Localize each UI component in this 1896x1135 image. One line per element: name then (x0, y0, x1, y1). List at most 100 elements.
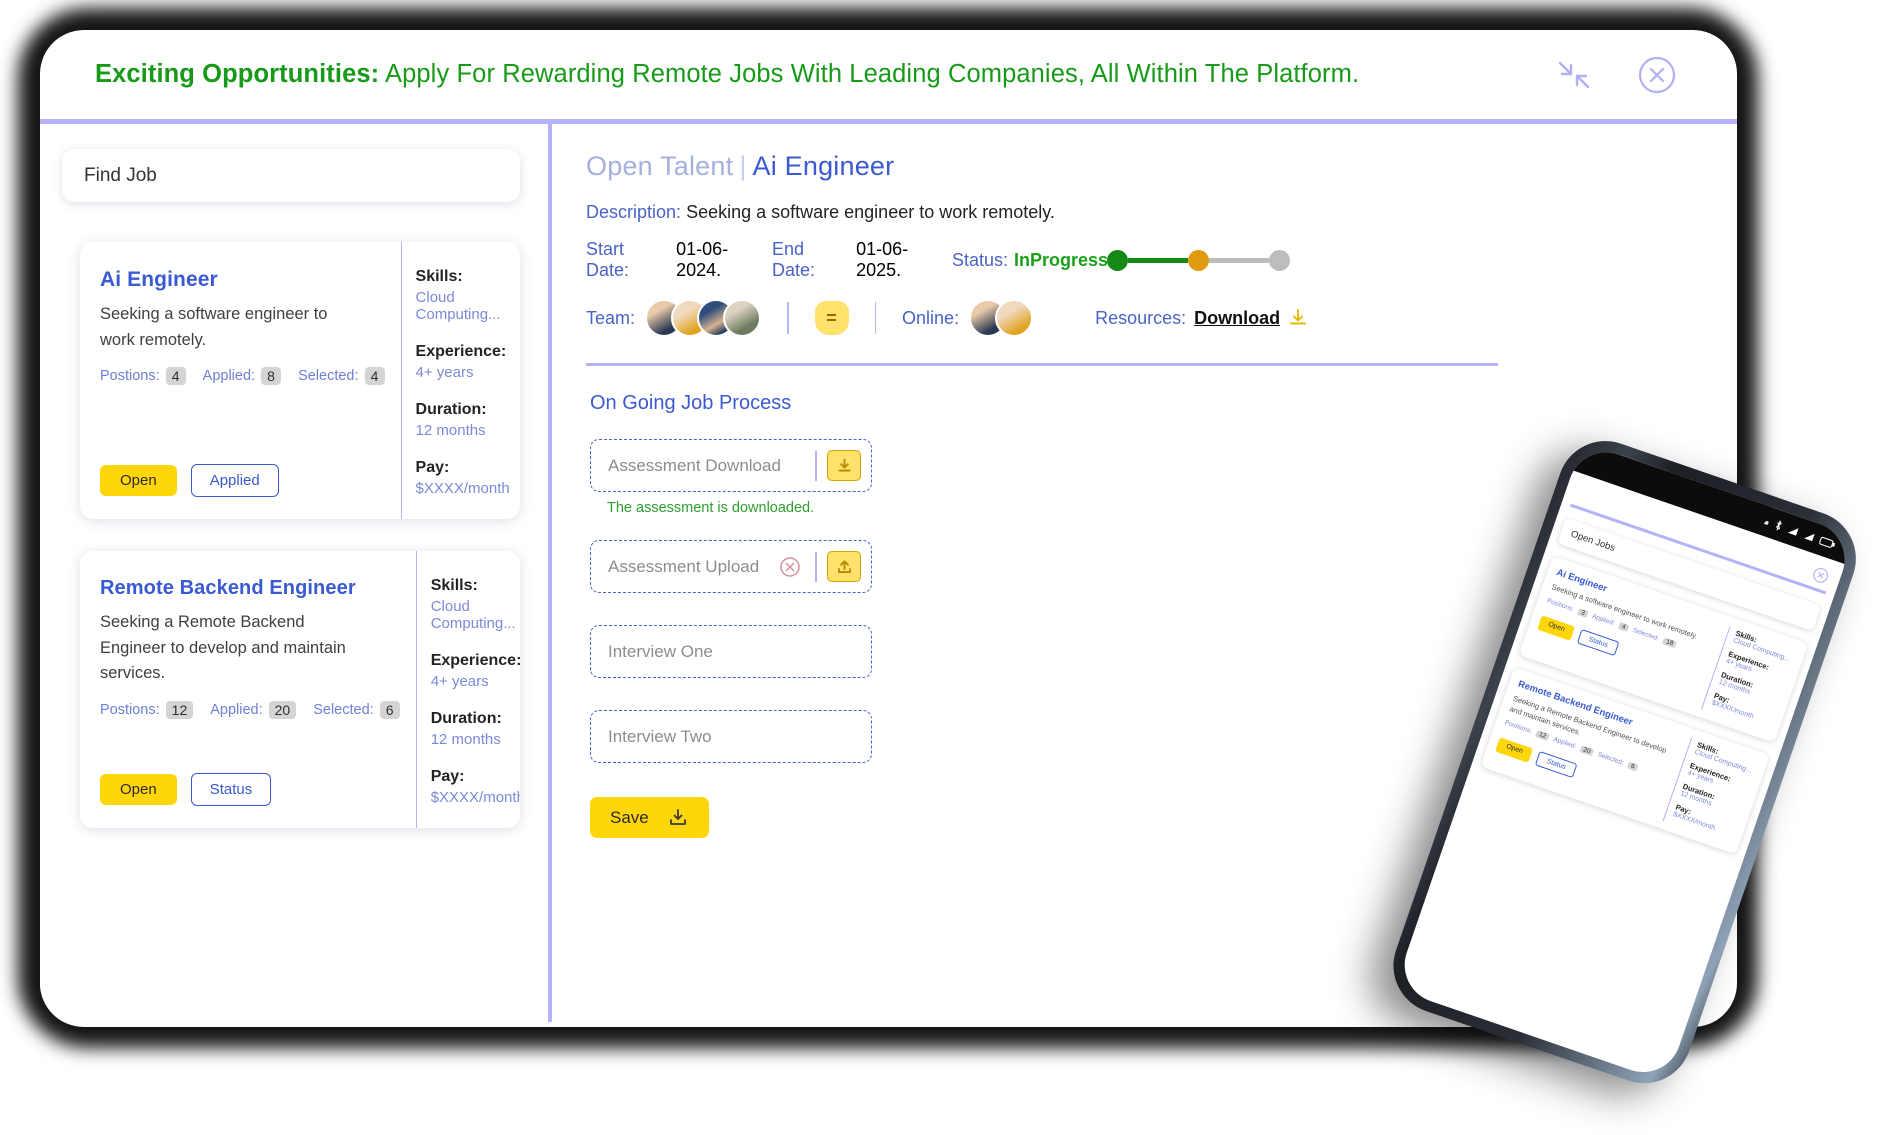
job-stats: Postions: 4 Applied: 8 Selected: 4 (100, 367, 385, 386)
assessment-download-field[interactable]: Assessment Download (590, 439, 872, 492)
download-icon[interactable] (1288, 308, 1308, 328)
pay-label: Pay: (415, 459, 450, 476)
phone-stat-applied-label: Applied: (1591, 612, 1616, 627)
stat-selected-label: Selected: (313, 701, 374, 718)
assessment-download-placeholder: Assessment Download (608, 455, 781, 475)
team-avatars[interactable] (645, 299, 762, 337)
find-job-search-box[interactable] (62, 149, 520, 202)
save-button[interactable]: Save (590, 797, 709, 838)
resources-label: Resources: (1095, 307, 1187, 328)
experience-label: Experience: (415, 343, 507, 360)
battery-icon (1819, 536, 1836, 548)
job-description: Seeking a Remote Backend Engineer to dev… (100, 613, 346, 683)
stat-positions-label: Postions: (100, 368, 160, 385)
job-title: Ai Engineer (100, 268, 218, 291)
resources-download-link[interactable]: Download (1194, 308, 1280, 329)
assessment-upload-placeholder: Assessment Upload (608, 556, 760, 576)
avatar (995, 299, 1034, 337)
save-button-label: Save (610, 807, 649, 827)
banner-actions (1557, 55, 1677, 95)
job-card[interactable]: Ai Engineer Seeking a software engineer … (80, 242, 520, 519)
avatar (723, 299, 762, 337)
skills-label: Skills: (430, 577, 478, 594)
open-button[interactable]: Open (100, 465, 177, 496)
status-button[interactable]: Status (190, 773, 272, 806)
job-card-main: Ai Engineer Seeking a software engineer … (80, 242, 401, 519)
phone-open-button[interactable]: Open (1537, 615, 1576, 641)
job-card-buttons: Open Applied (100, 438, 385, 497)
section-divider (586, 363, 1498, 366)
job-card[interactable]: Remote Backend Engineer Seeking a Remote… (80, 551, 520, 828)
skills-value: Cloud Computing... (415, 289, 501, 323)
start-date-value: 01-06-2024. (676, 239, 729, 280)
description-row: Description: Seeking a software engineer… (586, 202, 1697, 223)
status-value: InProgress (1014, 249, 1109, 270)
job-stats: Postions: 12 Applied: 20 Selected: 6 (100, 700, 400, 719)
start-date-label: Start Date: (586, 239, 630, 280)
interview-two-field[interactable]: Interview Two (590, 710, 872, 763)
team-online-row: Team: = Online: Resources: Download (586, 299, 1697, 337)
skills-value: Cloud Computing... (430, 598, 516, 632)
stat-applied: Applied: 20 (210, 700, 297, 719)
phone-stat-selected-label: Selected: (1631, 626, 1660, 643)
stat-selected-value: 4 (364, 367, 385, 386)
duration-label: Duration: (430, 710, 502, 727)
phone-stat-selected-label: Selected: (1596, 751, 1625, 767)
download-icon[interactable] (827, 450, 861, 481)
process-section-title: On Going Job Process (590, 392, 792, 414)
stepper-step-3[interactable] (1269, 249, 1290, 271)
collapse-arrows-icon[interactable] (1557, 58, 1591, 92)
applied-button[interactable]: Applied (190, 464, 279, 497)
stepper-step-2[interactable] (1188, 249, 1209, 271)
stepper-line-1 (1128, 257, 1188, 263)
phone-stat-applied-value: 20 (1579, 745, 1595, 757)
job-description: Seeking a software engineer to work remo… (100, 305, 328, 349)
duration-label: Duration: (415, 401, 487, 418)
phone-stat-positions-value: 12 (1535, 730, 1551, 742)
online-avatars[interactable] (969, 299, 1034, 337)
open-button[interactable]: Open (100, 774, 177, 805)
search-input[interactable] (84, 164, 498, 187)
job-title: Remote Backend Engineer (100, 577, 356, 599)
stat-applied-value: 20 (268, 700, 297, 719)
breadcrumb: Open Talent | Ai Engineer (586, 151, 1697, 182)
stepper-step-1[interactable] (1107, 249, 1128, 271)
progress-stepper (1107, 249, 1290, 271)
experience-label: Experience: (430, 652, 520, 669)
job-card-main: Remote Backend Engineer Seeking a Remote… (80, 551, 416, 828)
divider (787, 302, 789, 334)
clear-circle-icon[interactable] (779, 556, 801, 578)
stat-positions-value: 12 (165, 700, 194, 719)
pay-value: $XXXX/month (415, 480, 510, 497)
phone-stat-selected-value: 18 (1662, 637, 1678, 649)
banner-title: Exciting Opportunities: Apply For Reward… (95, 60, 1359, 89)
job-card-buttons: Open Status (100, 747, 400, 806)
breadcrumb-parent[interactable]: Open Talent (586, 151, 733, 181)
phone-stat-selected-value: 6 (1627, 761, 1639, 772)
divider (815, 450, 817, 481)
save-download-icon (667, 807, 689, 829)
upload-icon[interactable] (827, 551, 861, 582)
banner: Exciting Opportunities: Apply For Reward… (40, 30, 1737, 124)
equals-menu-icon[interactable]: = (814, 301, 849, 335)
close-circle-icon[interactable] (1810, 565, 1832, 587)
phone-open-button[interactable]: Open (1495, 737, 1534, 763)
phone-stat-applied-label: Applied: (1552, 736, 1577, 751)
skills-label: Skills: (415, 268, 463, 285)
end-date: End Date: 01-06-2025. (772, 239, 952, 281)
interview-one-field[interactable]: Interview One (590, 625, 872, 678)
status-badge: Status: InProgress (952, 250, 1108, 271)
phone-status-button[interactable]: Status (1534, 750, 1578, 779)
start-date: Start Date: 01-06-2024. (586, 239, 772, 281)
stat-positions-value: 4 (165, 367, 186, 386)
phone-status-button[interactable]: Status (1576, 628, 1620, 656)
end-date-value: 01-06-2025. (856, 239, 909, 280)
close-circle-icon[interactable] (1637, 55, 1677, 95)
banner-title-rest: Apply For Rewarding Remote Jobs With Lea… (379, 60, 1360, 88)
sidebar: Ai Engineer Seeking a software engineer … (40, 119, 552, 1022)
assessment-download-note: The assessment is downloaded. (607, 500, 815, 516)
assessment-upload-field[interactable]: Assessment Upload (590, 540, 872, 593)
bluetooth-icon (1775, 520, 1782, 531)
online-label: Online: (902, 307, 960, 328)
